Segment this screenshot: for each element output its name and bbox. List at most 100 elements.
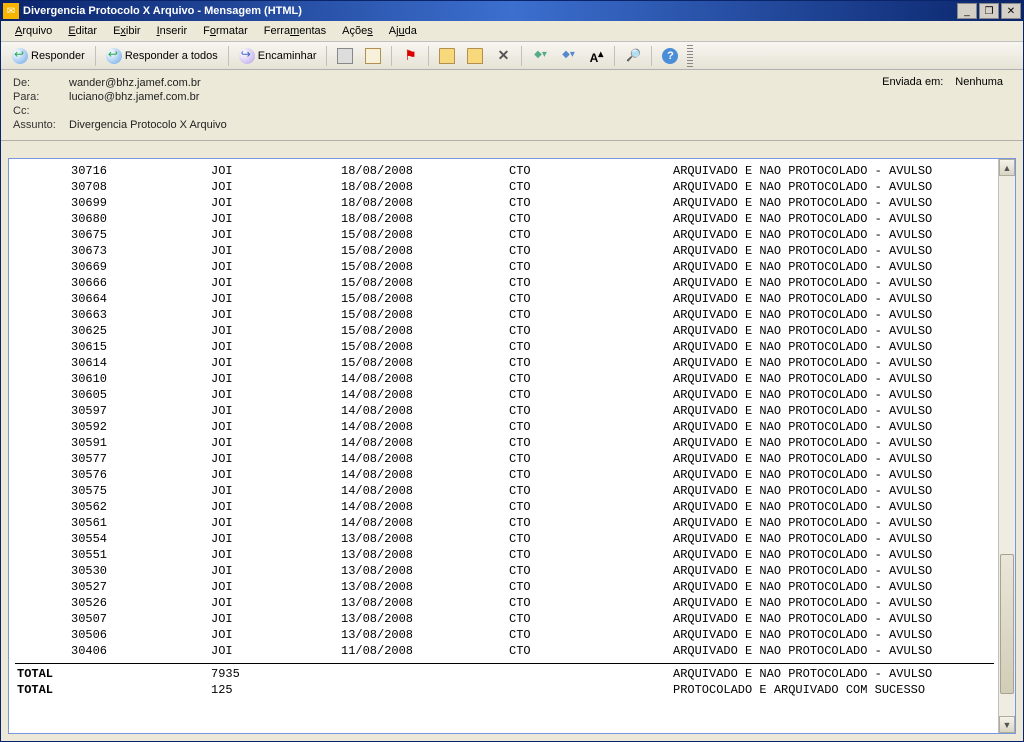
next-button[interactable]: ◆▾ [555,45,581,67]
cell-loc: JOI [211,259,341,275]
cell-id: 30577 [11,451,211,467]
cell-status: ARQUIVADO E NAO PROTOCOLADO - AVULSO [673,483,998,499]
table-row: 30577JOI14/08/2008CTOARQUIVADO E NAO PRO… [11,451,998,467]
cell-date: 14/08/2008 [341,483,509,499]
subject-value: Divergencia Protocolo X Arquivo [69,119,227,131]
cell-type: CTO [509,483,673,499]
mail-icon: ✉ [3,3,19,19]
cell-loc: JOI [211,243,341,259]
table-row: 30673JOI15/08/2008CTOARQUIVADO E NAO PRO… [11,243,998,259]
cell-date: 18/08/2008 [341,163,509,179]
print-button[interactable] [332,45,358,67]
cell-date: 15/08/2008 [341,227,509,243]
scroll-track[interactable] [999,176,1015,716]
folder-rules-icon [467,48,483,64]
reply-icon [12,48,28,64]
cell-id: 30669 [11,259,211,275]
cell-id: 30680 [11,211,211,227]
cell-loc: JOI [211,403,341,419]
cell-loc: JOI [211,163,341,179]
cell-type: CTO [509,467,673,483]
cell-status: ARQUIVADO E NAO PROTOCOLADO - AVULSO [673,547,998,563]
rules-button[interactable] [462,45,488,67]
scroll-thumb[interactable] [1000,554,1014,694]
delete-button[interactable]: ✕ [490,45,516,67]
close-button[interactable]: ✕ [1001,3,1021,19]
reply-label: Responder [31,50,85,62]
cell-date: 13/08/2008 [341,595,509,611]
cell-type: CTO [509,595,673,611]
scroll-up-button[interactable]: ▲ [999,159,1015,176]
cell-status: ARQUIVADO E NAO PROTOCOLADO - AVULSO [673,611,998,627]
cell-status: ARQUIVADO E NAO PROTOCOLADO - AVULSO [673,163,998,179]
sent-value: Nenhuma [955,76,1003,88]
message-body[interactable]: 30716JOI18/08/2008CTOARQUIVADO E NAO PRO… [9,159,998,733]
total-row: TOTAL125PROTOCOLADO E ARQUIVADO COM SUCE… [11,682,998,698]
menu-inserir[interactable]: Inserir [151,23,194,39]
separator [428,46,429,66]
menu-editar[interactable]: Editar [62,23,103,39]
move-folder-button[interactable] [434,45,460,67]
menu-arquivo[interactable]: Arquivo [9,23,58,39]
menu-formatar[interactable]: Formatar [197,23,254,39]
find-button[interactable]: 🔎 [620,45,646,67]
table-row: 30666JOI15/08/2008CTOARQUIVADO E NAO PRO… [11,275,998,291]
cell-loc: JOI [211,387,341,403]
cell-status: ARQUIVADO E NAO PROTOCOLADO - AVULSO [673,275,998,291]
vertical-scrollbar[interactable]: ▲ ▼ [998,159,1015,733]
menu-exibir[interactable]: Exibir [107,23,147,39]
table-row: 30592JOI14/08/2008CTOARQUIVADO E NAO PRO… [11,419,998,435]
sent-label: Enviada em: [882,76,943,88]
minimize-button[interactable]: _ [957,3,977,19]
table-row: 30663JOI15/08/2008CTOARQUIVADO E NAO PRO… [11,307,998,323]
reply-all-icon [106,48,122,64]
cell-id: 30561 [11,515,211,531]
reply-button[interactable]: Responder [7,45,90,67]
toolbar-grip[interactable] [687,45,693,67]
cell-loc: JOI [211,227,341,243]
cell-type: CTO [509,403,673,419]
cell-date: 15/08/2008 [341,323,509,339]
cell-loc: JOI [211,643,341,659]
cell-status: ARQUIVADO E NAO PROTOCOLADO - AVULSO [673,323,998,339]
table-row: 30591JOI14/08/2008CTOARQUIVADO E NAO PRO… [11,435,998,451]
scroll-down-button[interactable]: ▼ [999,716,1015,733]
font-size-button[interactable]: A▴ [583,45,609,67]
cc-label: Cc: [13,105,69,117]
total-value: 125 [211,682,341,698]
help-button[interactable]: ? [657,45,683,67]
cell-status: ARQUIVADO E NAO PROTOCOLADO - AVULSO [673,435,998,451]
flag-button[interactable]: ⚑ [397,45,423,67]
titlebar: ✉ Divergencia Protocolo X Arquivo - Mens… [1,1,1023,21]
forward-icon [239,48,255,64]
cell-type: CTO [509,515,673,531]
reply-all-button[interactable]: Responder a todos [101,45,223,67]
cell-type: CTO [509,243,673,259]
cell-id: 30673 [11,243,211,259]
cell-id: 30406 [11,643,211,659]
cell-loc: JOI [211,339,341,355]
cell-status: ARQUIVADO E NAO PROTOCOLADO - AVULSO [673,403,998,419]
total-status: ARQUIVADO E NAO PROTOCOLADO - AVULSO [673,666,998,682]
menu-ferramentas[interactable]: Ferramentas [258,23,332,39]
separator [651,46,652,66]
copy-button[interactable] [360,45,386,67]
cell-date: 14/08/2008 [341,515,509,531]
cell-date: 15/08/2008 [341,355,509,371]
cell-type: CTO [509,643,673,659]
font-size-icon: A▴ [588,48,604,64]
forward-button[interactable]: Encaminhar [234,45,322,67]
menu-ajuda[interactable]: Ajuda [383,23,423,39]
cell-id: 30605 [11,387,211,403]
cell-loc: JOI [211,211,341,227]
cell-type: CTO [509,259,673,275]
menubar: Arquivo Editar Exibir Inserir Formatar F… [1,21,1023,42]
cell-date: 18/08/2008 [341,179,509,195]
menu-acoes[interactable]: Ações [336,23,379,39]
restore-button[interactable]: ❐ [979,3,999,19]
table-row: 30669JOI15/08/2008CTOARQUIVADO E NAO PRO… [11,259,998,275]
folder-icon [439,48,455,64]
prev-button[interactable]: ◆▾ [527,45,553,67]
cell-status: ARQUIVADO E NAO PROTOCOLADO - AVULSO [673,371,998,387]
arrow-down-icon: ◆▾ [560,48,576,64]
